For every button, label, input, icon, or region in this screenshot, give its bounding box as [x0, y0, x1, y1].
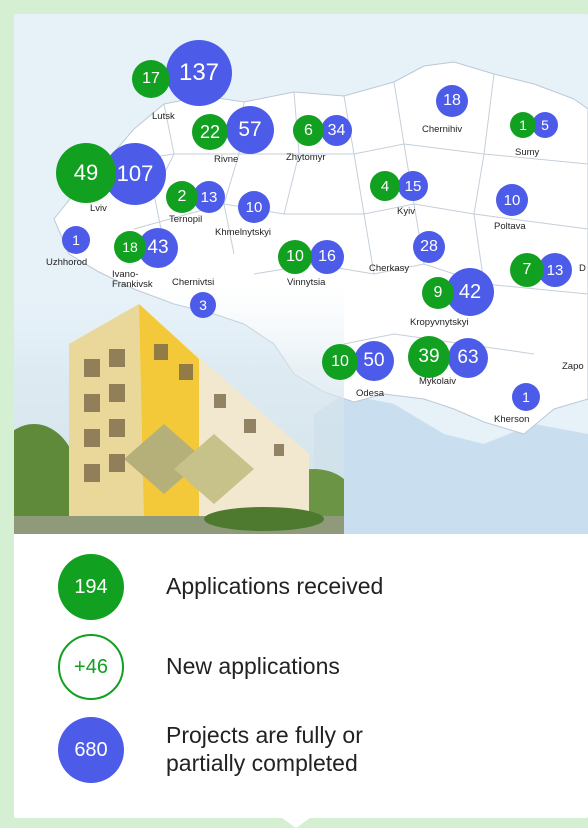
- badge-khmelnytskyi-completed: 10: [238, 191, 270, 223]
- legend-new-applications: +46 New applications: [58, 634, 340, 700]
- card-pointer: [282, 818, 310, 828]
- legend-new-label: New applications: [166, 653, 340, 680]
- region-label-dnipro: D: [579, 263, 586, 274]
- badge-kyiv-new: 4: [370, 171, 400, 201]
- region-label-ivano-frankivsk: Ivano- Frankivsk: [112, 269, 153, 290]
- region-label-chernihiv: Chernihiv: [422, 124, 463, 135]
- region-label-odesa: Odesa: [356, 388, 384, 399]
- badge-kropyvnytskyi-new: 9: [422, 277, 454, 309]
- badge-lutsk-completed: 137: [166, 40, 232, 106]
- region-label-lviv: Lviv: [90, 203, 107, 214]
- badge-cherkasy-completed: 28: [413, 231, 445, 263]
- region-label-kherson: Kherson: [494, 414, 530, 425]
- badge-poltava-completed: 10: [496, 184, 528, 216]
- badge-rivne-new: 22: [192, 114, 228, 150]
- badge-sumy-new: 1: [510, 112, 536, 138]
- region-label-cherkasy: Cherkasy: [369, 263, 410, 274]
- badge-lutsk-new: 17: [132, 60, 170, 98]
- badge-mykolaiv-completed: 63: [448, 338, 488, 378]
- badge-zhytomyr-completed: 34: [321, 115, 352, 146]
- badge-kyiv-completed: 15: [398, 171, 428, 201]
- region-label-ternopil: Ternopil: [169, 214, 203, 225]
- badge-odesa-completed: 50: [354, 341, 394, 381]
- badge-chernivtsi-completed: 3: [190, 292, 216, 318]
- badge-odesa-new: 10: [322, 344, 358, 380]
- region-label-zhytomyr: Zhytomyr: [286, 152, 326, 163]
- apartment-building-photo: [14, 284, 354, 534]
- region-label-khmelnytskyi: Khmelnytskyi: [215, 227, 271, 238]
- badge-uzhhorod-completed: 1: [62, 226, 90, 254]
- badge-lviv-new: 49: [56, 143, 116, 203]
- legend-completed-label: Projects are fully or partially complete…: [166, 722, 363, 776]
- legend-applications-received: 194 Applications received: [58, 554, 383, 620]
- badge-kherson-completed: 1: [512, 383, 540, 411]
- ukraine-map: Lutsk Rivne Zhytomyr Chernihiv Sumy Lviv…: [14, 14, 588, 534]
- legend-received-circle: 194: [58, 554, 124, 620]
- badge-zhytomyr-new: 6: [293, 115, 324, 146]
- legend-new-circle: +46: [58, 634, 124, 700]
- region-label-zaporizhzhia: Zapo: [562, 361, 584, 372]
- legend-completed-circle: 680: [58, 717, 124, 783]
- region-label-mykolaiv: Mykolaiv: [419, 376, 456, 387]
- region-label-kyiv: Kyiv: [397, 206, 415, 217]
- legend-received-label: Applications received: [166, 573, 384, 600]
- badge-chernihiv-completed: 18: [436, 85, 468, 117]
- region-label-vinnytsia: Vinnytsia: [287, 277, 326, 288]
- infographic-card: Lutsk Rivne Zhytomyr Chernihiv Sumy Lviv…: [14, 14, 588, 818]
- region-label-chernivtsi: Chernivtsi: [172, 277, 215, 288]
- region-label-lutsk: Lutsk: [152, 111, 175, 122]
- region-label-poltava: Poltava: [494, 221, 526, 232]
- region-label-rivne: Rivne: [214, 154, 239, 165]
- badge-vinnytsia-new: 10: [278, 240, 312, 274]
- region-label-sumy: Sumy: [515, 147, 540, 158]
- region-label-kropyvnytskyi: Kropyvnytskyi: [410, 317, 469, 328]
- badge-dnipro-new: 7: [510, 253, 544, 287]
- badge-ternopil-new: 2: [166, 181, 198, 213]
- region-label-uzhhorod: Uzhhorod: [46, 257, 88, 268]
- badge-mykolaiv-new: 39: [408, 336, 450, 378]
- legend-projects-completed: 680 Projects are fully or partially comp…: [58, 717, 363, 783]
- badge-rivne-completed: 57: [226, 106, 274, 154]
- badge-vinnytsia-completed: 16: [310, 240, 344, 274]
- badge-ivano-frankivsk-new: 18: [114, 231, 146, 263]
